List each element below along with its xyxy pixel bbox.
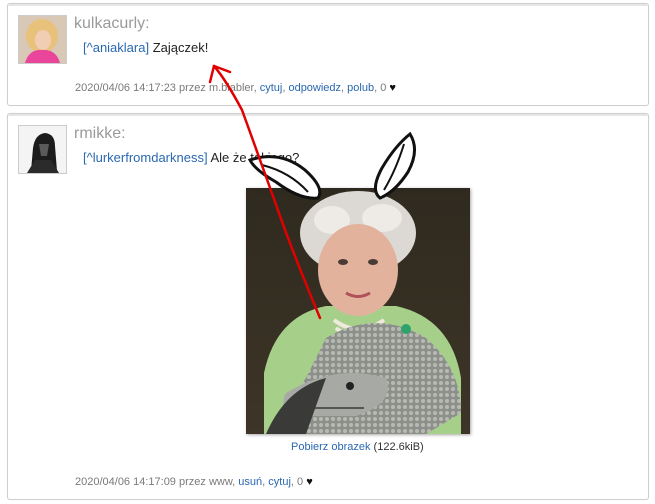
reply-link[interactable]: odpowiedz xyxy=(288,82,341,94)
timestamp: 2020/04/06 14:17:23 przez m.blabler, xyxy=(75,82,257,94)
message-text: Zajączek! xyxy=(149,40,209,55)
post-divider xyxy=(8,4,648,6)
message: [^aniaklara] Zajączek! xyxy=(83,40,208,55)
quote-link[interactable]: cytuj xyxy=(260,82,283,94)
username[interactable]: kulkacurly: xyxy=(74,15,150,33)
heart-icon: ♥ xyxy=(389,82,396,94)
post-meta: 2020/04/06 14:17:23 przez m.blabler, cyt… xyxy=(75,82,396,94)
download-image-link[interactable]: Pobierz obrazek xyxy=(291,441,371,453)
post-rmikke: rmikke: [^lurkerfromdarkness] Ale że tak… xyxy=(7,113,649,500)
avatar[interactable] xyxy=(18,15,67,64)
like-count: 0 xyxy=(380,82,387,94)
message-text: Ale że takiego? xyxy=(207,150,300,165)
like-count: 0 xyxy=(297,476,304,488)
file-size: (122.6kiB) xyxy=(370,441,424,453)
timestamp: 2020/04/06 14:17:09 przez www, xyxy=(75,476,236,488)
mention-link[interactable]: [^aniaklara] xyxy=(83,40,149,55)
message: [^lurkerfromdarkness] Ale że takiego? xyxy=(83,150,299,165)
quote-link[interactable]: cytuj xyxy=(268,476,291,488)
post-kulkacurly: kulkacurly: [^aniaklara] Zajączek! 2020/… xyxy=(7,3,649,106)
username[interactable]: rmikke: xyxy=(74,125,126,143)
mention-link[interactable]: [^lurkerfromdarkness] xyxy=(83,150,208,165)
like-link[interactable]: polub xyxy=(347,82,374,94)
attached-image[interactable] xyxy=(246,188,470,434)
post-meta: 2020/04/06 14:17:09 przez www, usuń, cyt… xyxy=(75,476,313,488)
delete-link[interactable]: usuń xyxy=(238,476,262,488)
post-divider xyxy=(8,114,648,116)
download-line: Pobierz obrazek (122.6kiB) xyxy=(291,441,424,453)
heart-icon: ♥ xyxy=(306,476,313,488)
avatar[interactable] xyxy=(18,125,67,174)
